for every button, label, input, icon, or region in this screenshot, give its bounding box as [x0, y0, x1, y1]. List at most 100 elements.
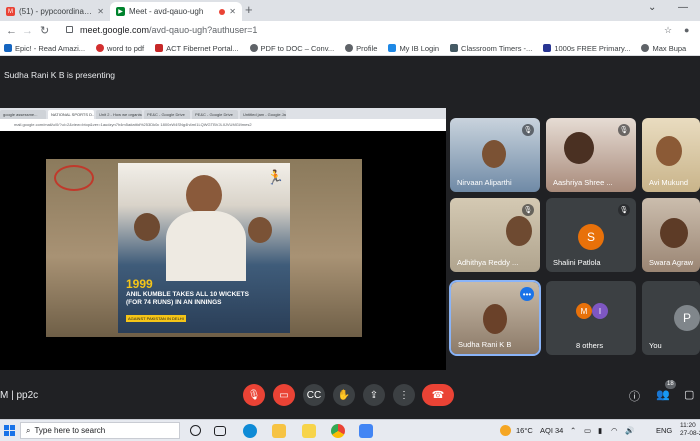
participant-tile[interactable]: S 🎙 Shalini Patlola: [546, 198, 636, 272]
close-icon[interactable]: ✕: [229, 7, 236, 16]
weather-temp[interactable]: 16°C: [516, 426, 533, 435]
camera-off-icon: ▭: [279, 389, 289, 401]
leave-call-button[interactable]: ☎: [422, 384, 454, 406]
participant-name: Nirvaan Aliparthi: [457, 178, 512, 187]
weather-icon: [500, 425, 511, 436]
wifi-icon[interactable]: ◠: [611, 426, 618, 435]
network-icon[interactable]: ▭: [584, 426, 591, 435]
more-options-icon[interactable]: •••: [520, 287, 534, 301]
participant-tile[interactable]: Avi Mukund: [642, 118, 700, 192]
mic-off-icon: 🎙: [522, 124, 534, 136]
present-button[interactable]: ⇪: [363, 384, 385, 406]
system-clock[interactable]: 11:20 27-08-2: [680, 422, 700, 438]
minimize-icon[interactable]: —: [678, 2, 688, 13]
tab-meet[interactable]: ▶ Meet - avd-qauo-ugh ✕: [110, 2, 242, 21]
participant-tile[interactable]: 🎙 Aashriya Shree ...: [546, 118, 636, 192]
participant-tile[interactable]: Swara Agraw: [642, 198, 700, 272]
bookmark-label: Classroom Timers -...: [461, 43, 533, 53]
people-icon[interactable]: 👥: [656, 388, 670, 401]
url-field[interactable]: meet.google.com/avd-qauo-ugh?authuser=1: [80, 25, 257, 35]
task-view-icon[interactable]: [190, 425, 201, 436]
bookmark-favicon-icon: [388, 44, 397, 52]
url-path: /avd-qauo-ugh?authuser=1: [149, 25, 258, 35]
aqi-reading[interactable]: AQI 34: [540, 426, 563, 435]
bookmark-item[interactable]: 1000s FREE Primary...: [543, 44, 630, 53]
globe-icon: [641, 44, 650, 52]
file-explorer-icon[interactable]: [272, 424, 286, 438]
clock-time: 11:20: [680, 422, 696, 429]
app-icon[interactable]: [359, 424, 373, 438]
bookmark-favicon-icon: [450, 44, 459, 52]
participant-face: [483, 304, 507, 334]
shared-tab: NATIONAL SPORTS D...: [48, 110, 94, 119]
captions-icon: CC: [306, 389, 322, 401]
bookmark-label: Epic! - Read Amazi...: [15, 43, 86, 53]
battery-icon[interactable]: ▮: [598, 426, 602, 435]
participant-name: You: [649, 341, 662, 350]
participant-tile[interactable]: 🎙 Adhithya Reddy ...: [450, 198, 540, 272]
clock-date: 27-08-2: [680, 430, 700, 437]
profile-icon[interactable]: ●: [684, 25, 689, 35]
self-tile[interactable]: P You: [642, 281, 700, 355]
bookmark-item[interactable]: PDF to DOC – Conv...: [249, 44, 334, 53]
bookmark-item[interactable]: ACT Fibernet Portal...: [155, 44, 239, 53]
runner-icon: 🏃: [266, 169, 284, 185]
participant-name: Sudha Rani K B: [458, 340, 512, 349]
bookmark-item[interactable]: Epic! - Read Amazi...: [4, 44, 85, 53]
participant-tile[interactable]: 🎙 Nirvaan Aliparthi: [450, 118, 540, 192]
participant-face: [564, 132, 594, 164]
mic-off-icon: 🎙: [247, 389, 261, 401]
avatar: M: [576, 303, 592, 319]
avatar: P: [674, 305, 700, 331]
reload-icon[interactable]: ↻: [40, 24, 49, 38]
participant-name: Avi Mukund: [649, 178, 689, 187]
shared-screen[interactable]: google assessme... NATIONAL SPORTS D... …: [0, 108, 446, 370]
others-tile[interactable]: M I 8 others: [546, 281, 636, 355]
mic-toggle-button[interactable]: 🎙: [243, 384, 265, 406]
bookmark-item[interactable]: Profile: [345, 44, 377, 53]
new-tab-button[interactable]: +: [245, 3, 253, 17]
url-host: meet.google.com: [80, 25, 150, 35]
info-icon[interactable]: ⓘ: [629, 388, 640, 404]
raise-hand-button[interactable]: ✋: [333, 384, 355, 406]
volume-icon[interactable]: 🔊: [625, 426, 634, 435]
hand-icon: ✋: [337, 389, 351, 401]
participant-tile-presenter[interactable]: ••• Sudha Rani K B: [449, 280, 541, 356]
shared-tab: PE&C - Google Drive: [192, 110, 238, 119]
back-icon[interactable]: ←: [6, 24, 17, 38]
chrome-icon[interactable]: [331, 424, 345, 438]
tab-gmail[interactable]: M (51) - pypcoordinator@th ✕: [0, 2, 110, 21]
task-switch-icon[interactable]: [214, 426, 226, 436]
forward-icon[interactable]: →: [22, 24, 33, 38]
bookmark-item[interactable]: My IB Login: [388, 44, 439, 53]
participant-name: Adhithya Reddy ...: [457, 258, 519, 267]
windows-start-icon[interactable]: [4, 425, 15, 436]
chat-icon[interactable]: ▢: [684, 388, 694, 401]
bookmark-item[interactable]: word to pdf: [96, 44, 144, 53]
slide-caption-sub: AGAINST PAKISTAN IN DELHI: [126, 315, 186, 322]
star-icon[interactable]: ☆: [664, 25, 672, 36]
cricket-photo: 🏃 1999 ANIL KUMBLE TAKES ALL 10 WICKETS …: [118, 163, 290, 333]
browser-tab-bar: M (51) - pypcoordinator@th ✕ ▶ Meet - av…: [0, 0, 700, 21]
more-options-button[interactable]: ⋮: [393, 384, 415, 406]
tray-chevron-icon[interactable]: ⌃: [570, 426, 576, 435]
bookmark-label: 1000s FREE Primary...: [554, 43, 631, 53]
language-indicator[interactable]: ENG: [656, 426, 672, 435]
lock-icon[interactable]: [66, 26, 73, 33]
meeting-code-prefix: M: [0, 390, 9, 401]
player-figure: [134, 213, 160, 241]
taskbar-search-input[interactable]: ⌕ Type here to search: [20, 422, 180, 439]
tab-search-icon[interactable]: ⌄: [648, 2, 656, 13]
close-icon[interactable]: ✕: [97, 7, 104, 16]
bookmark-item[interactable]: Max Bupa: [641, 44, 686, 53]
sticky-notes-icon[interactable]: [302, 424, 316, 438]
captions-button[interactable]: CC: [303, 384, 325, 406]
participant-face: [656, 136, 682, 166]
camera-toggle-button[interactable]: ▭: [273, 384, 295, 406]
globe-icon: [249, 44, 258, 52]
edge-icon[interactable]: [243, 424, 257, 438]
slide-caption-line: ANIL KUMBLE TAKES ALL 10 WICKETS: [126, 291, 249, 298]
logo-icon: [54, 165, 94, 191]
search-icon: ⌕: [26, 425, 31, 435]
bookmark-item[interactable]: Classroom Timers -...: [450, 44, 532, 53]
